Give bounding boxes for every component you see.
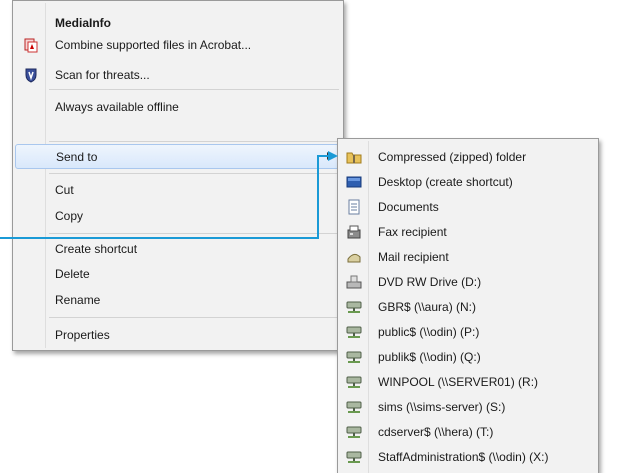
callout-arrow [0, 151, 338, 239]
